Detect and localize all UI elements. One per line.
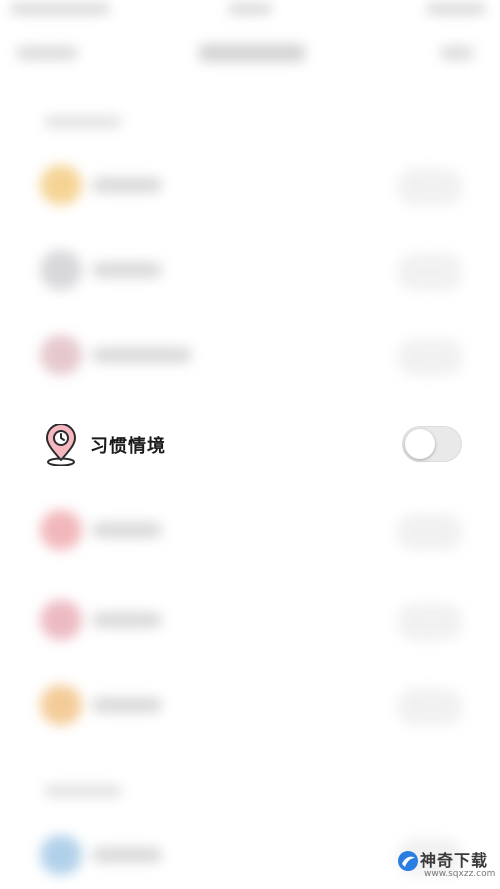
item-icon: [40, 165, 82, 205]
item-label: [92, 347, 192, 363]
list-item[interactable]: [0, 240, 500, 300]
page-title: [198, 44, 306, 62]
item-toggle[interactable]: [398, 339, 462, 375]
item-label: [92, 847, 162, 863]
item-icon: [40, 250, 82, 290]
item-label: [92, 262, 162, 278]
setting-label: 习惯情境: [90, 436, 166, 457]
item-label: [92, 177, 162, 193]
section-header: [44, 785, 122, 797]
list-item[interactable]: [0, 325, 500, 385]
status-bar: [0, 0, 500, 20]
item-toggle[interactable]: [398, 604, 462, 640]
status-center: [228, 4, 272, 14]
logo-icon: [396, 849, 420, 873]
item-icon: [40, 335, 82, 375]
item-icon: [40, 835, 82, 875]
item-label: [92, 612, 162, 628]
setting-row-habit-context[interactable]: 习惯情境: [0, 418, 500, 472]
list-item[interactable]: [0, 675, 500, 735]
item-label: [92, 697, 162, 713]
toggle-knob: [405, 429, 435, 459]
item-label: [92, 522, 162, 538]
watermark-url: www.sqxzz.com: [424, 869, 496, 879]
habit-context-toggle[interactable]: [402, 426, 462, 462]
status-left: [10, 4, 110, 14]
nav-action-button[interactable]: [440, 46, 474, 60]
nav-bar: [0, 30, 500, 74]
item-icon: [40, 510, 82, 550]
status-right: [426, 4, 486, 14]
watermark: 神奇下载 www.sqxzz.com: [396, 845, 496, 885]
item-toggle[interactable]: [398, 689, 462, 725]
location-pin-clock-icon: [44, 423, 78, 467]
list-item[interactable]: [0, 590, 500, 650]
watermark-title: 神奇下载: [420, 851, 489, 870]
item-toggle[interactable]: [398, 169, 462, 205]
section-header: [44, 116, 122, 128]
item-toggle[interactable]: [398, 254, 462, 290]
list-item[interactable]: [0, 500, 500, 560]
back-button[interactable]: [16, 46, 78, 60]
list-item[interactable]: [0, 155, 500, 215]
item-icon: [40, 685, 82, 725]
item-icon: [40, 600, 82, 640]
item-toggle[interactable]: [398, 514, 462, 550]
